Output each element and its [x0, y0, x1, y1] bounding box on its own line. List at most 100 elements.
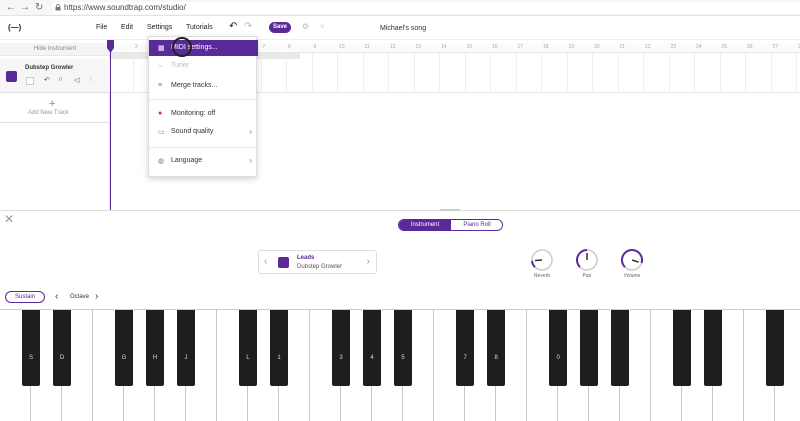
black-key[interactable]: 0 — [548, 310, 568, 386]
ruler-tick: 9 — [313, 44, 317, 50]
monitor-dot-icon: ● — [158, 110, 163, 117]
track-toggle-icon[interactable] — [26, 77, 34, 85]
chevron-right-icon: › — [249, 127, 252, 136]
ruler-tick: 17 — [517, 44, 524, 50]
back-icon[interactable]: ← — [6, 2, 16, 13]
track-row[interactable]: Dubstep Growler ↶ ∩ ◁ ⫶ — [0, 59, 110, 93]
octave-label: Octave — [70, 294, 90, 300]
menu-file[interactable]: File — [96, 24, 107, 31]
black-key[interactable]: J — [176, 310, 196, 386]
headphones-icon[interactable]: ∩ — [58, 76, 63, 83]
black-key[interactable]: D — [52, 310, 72, 386]
sustain-button[interactable]: Sustain — [5, 291, 45, 303]
reverb-knob[interactable] — [530, 248, 554, 272]
reload-icon[interactable]: ↻ — [35, 2, 43, 13]
ruler-tick: 14 — [441, 44, 447, 50]
keyboard-icon: ▦ — [158, 45, 165, 52]
key-shortcut-label: 1 — [277, 355, 281, 361]
key-shortcut-label: S — [28, 355, 33, 361]
menu-edit[interactable]: Edit — [121, 24, 133, 31]
chevron-right-icon[interactable]: › — [367, 256, 370, 267]
menu-item-language[interactable]: ◍ Language › — [149, 153, 258, 169]
knob-pointer — [534, 259, 543, 262]
menu-item-tuner[interactable]: ⌁ Tuner — [149, 58, 258, 74]
key-shortcut-label: L — [246, 355, 250, 361]
menu-item-merge-tracks[interactable]: ≡ Merge tracks... — [149, 78, 258, 94]
black-key[interactable]: 8 — [486, 310, 506, 386]
track-list: Hide Instrument Dubstep Growler ↶ ∩ ◁ ⫶ … — [0, 40, 110, 210]
song-title[interactable]: Michael's song — [380, 25, 426, 32]
black-key[interactable]: 1 — [269, 310, 289, 386]
key-shortcut-label: 5 — [401, 355, 405, 361]
tab-piano-roll[interactable]: Piano Roll — [451, 220, 502, 230]
menu-item-midi-settings[interactable]: ▦ MIDI settings... — [149, 40, 258, 56]
eq-icon[interactable]: ⫶ — [90, 76, 92, 84]
redo-icon[interactable]: ↷ — [244, 21, 252, 32]
forward-icon[interactable]: → — [20, 2, 30, 13]
track-name: Dubstep Growler — [25, 65, 74, 71]
menu-item-monitoring[interactable]: ● Monitoring: off — [149, 106, 258, 122]
black-key[interactable] — [610, 310, 630, 386]
tab-instrument[interactable]: Instrument — [399, 220, 451, 230]
ruler-tick: 13 — [415, 44, 422, 50]
add-new-track-button[interactable]: + Add New Track — [0, 93, 110, 123]
ruler-tick: 16 — [492, 44, 498, 50]
panel-resize-handle[interactable] — [440, 209, 460, 211]
octave-down-icon[interactable]: ‹ — [55, 291, 58, 302]
ruler-tick: 11 — [364, 44, 370, 50]
volume-knob[interactable] — [620, 248, 644, 272]
tuner-fork-icon[interactable]: ⑂ — [320, 22, 325, 31]
save-button[interactable]: Save — [269, 22, 291, 33]
octave-up-icon[interactable]: › — [95, 291, 98, 302]
menu-item-label: Language — [171, 157, 203, 164]
grid-line — [796, 53, 797, 93]
menu-tutorials[interactable]: Tutorials — [186, 24, 213, 31]
key-shortcut-label: 0 — [556, 355, 560, 361]
globe-icon: ◍ — [158, 158, 165, 165]
black-key[interactable]: L — [238, 310, 258, 386]
black-key[interactable]: S — [21, 310, 41, 386]
grid-line — [388, 53, 389, 93]
playhead-marker[interactable] — [107, 40, 114, 54]
key-shortcut-label: H — [152, 355, 158, 361]
undo-icon[interactable]: ↶ — [229, 21, 237, 32]
grid-line — [694, 53, 695, 93]
black-key[interactable] — [672, 310, 692, 386]
volume-label: Volume — [623, 273, 641, 279]
logo[interactable]: (—) — [8, 23, 21, 32]
reverb-label: Reverb — [533, 273, 551, 279]
menu-item-label: Merge tracks... — [171, 82, 218, 89]
instrument-selector[interactable]: ‹ Leads Dubstep Growler › — [258, 250, 377, 274]
menu-settings[interactable]: Settings — [147, 24, 172, 31]
ruler-tick: 21 — [619, 44, 626, 50]
ruler-tick: 12 — [390, 44, 396, 50]
black-key[interactable]: 5 — [393, 310, 413, 386]
black-key[interactable]: 3 — [331, 310, 351, 386]
grid-line — [515, 53, 517, 93]
undo-track-icon[interactable]: ↶ — [44, 76, 50, 84]
ruler-tick: 19 — [568, 44, 575, 50]
chevron-left-icon[interactable]: ‹ — [264, 256, 267, 267]
black-key[interactable]: G — [114, 310, 134, 386]
piano-keyboard: S D G H J L 1 3 4 5 7 8 0 — [0, 309, 800, 421]
ruler-tick: 24 — [696, 44, 702, 50]
settings-gear-icon[interactable]: ⚙ — [302, 22, 309, 31]
ruler-tick: 10 — [339, 44, 345, 50]
key-shortcut-label: 8 — [494, 355, 498, 361]
pan-knob[interactable] — [575, 248, 599, 272]
playhead-line — [110, 50, 111, 210]
black-key[interactable] — [765, 310, 785, 386]
tuner-icon: ⌁ — [158, 63, 163, 70]
close-panel-icon[interactable]: ✕ — [4, 212, 14, 226]
menu-item-sound-quality[interactable]: ▭ Sound quality › — [149, 124, 258, 140]
instrument-name: Dubstep Growler — [297, 264, 343, 270]
key-shortcut-label: J — [184, 355, 188, 361]
speaker-icon[interactable]: ◁ — [74, 76, 79, 84]
black-key[interactable]: H — [145, 310, 165, 386]
black-key[interactable]: 7 — [455, 310, 475, 386]
hide-instrument-button[interactable]: Hide Instrument — [0, 43, 110, 56]
black-key[interactable] — [703, 310, 723, 386]
black-key[interactable]: 4 — [362, 310, 382, 386]
ruler-tick: 23 — [670, 44, 677, 50]
black-key[interactable] — [579, 310, 599, 386]
